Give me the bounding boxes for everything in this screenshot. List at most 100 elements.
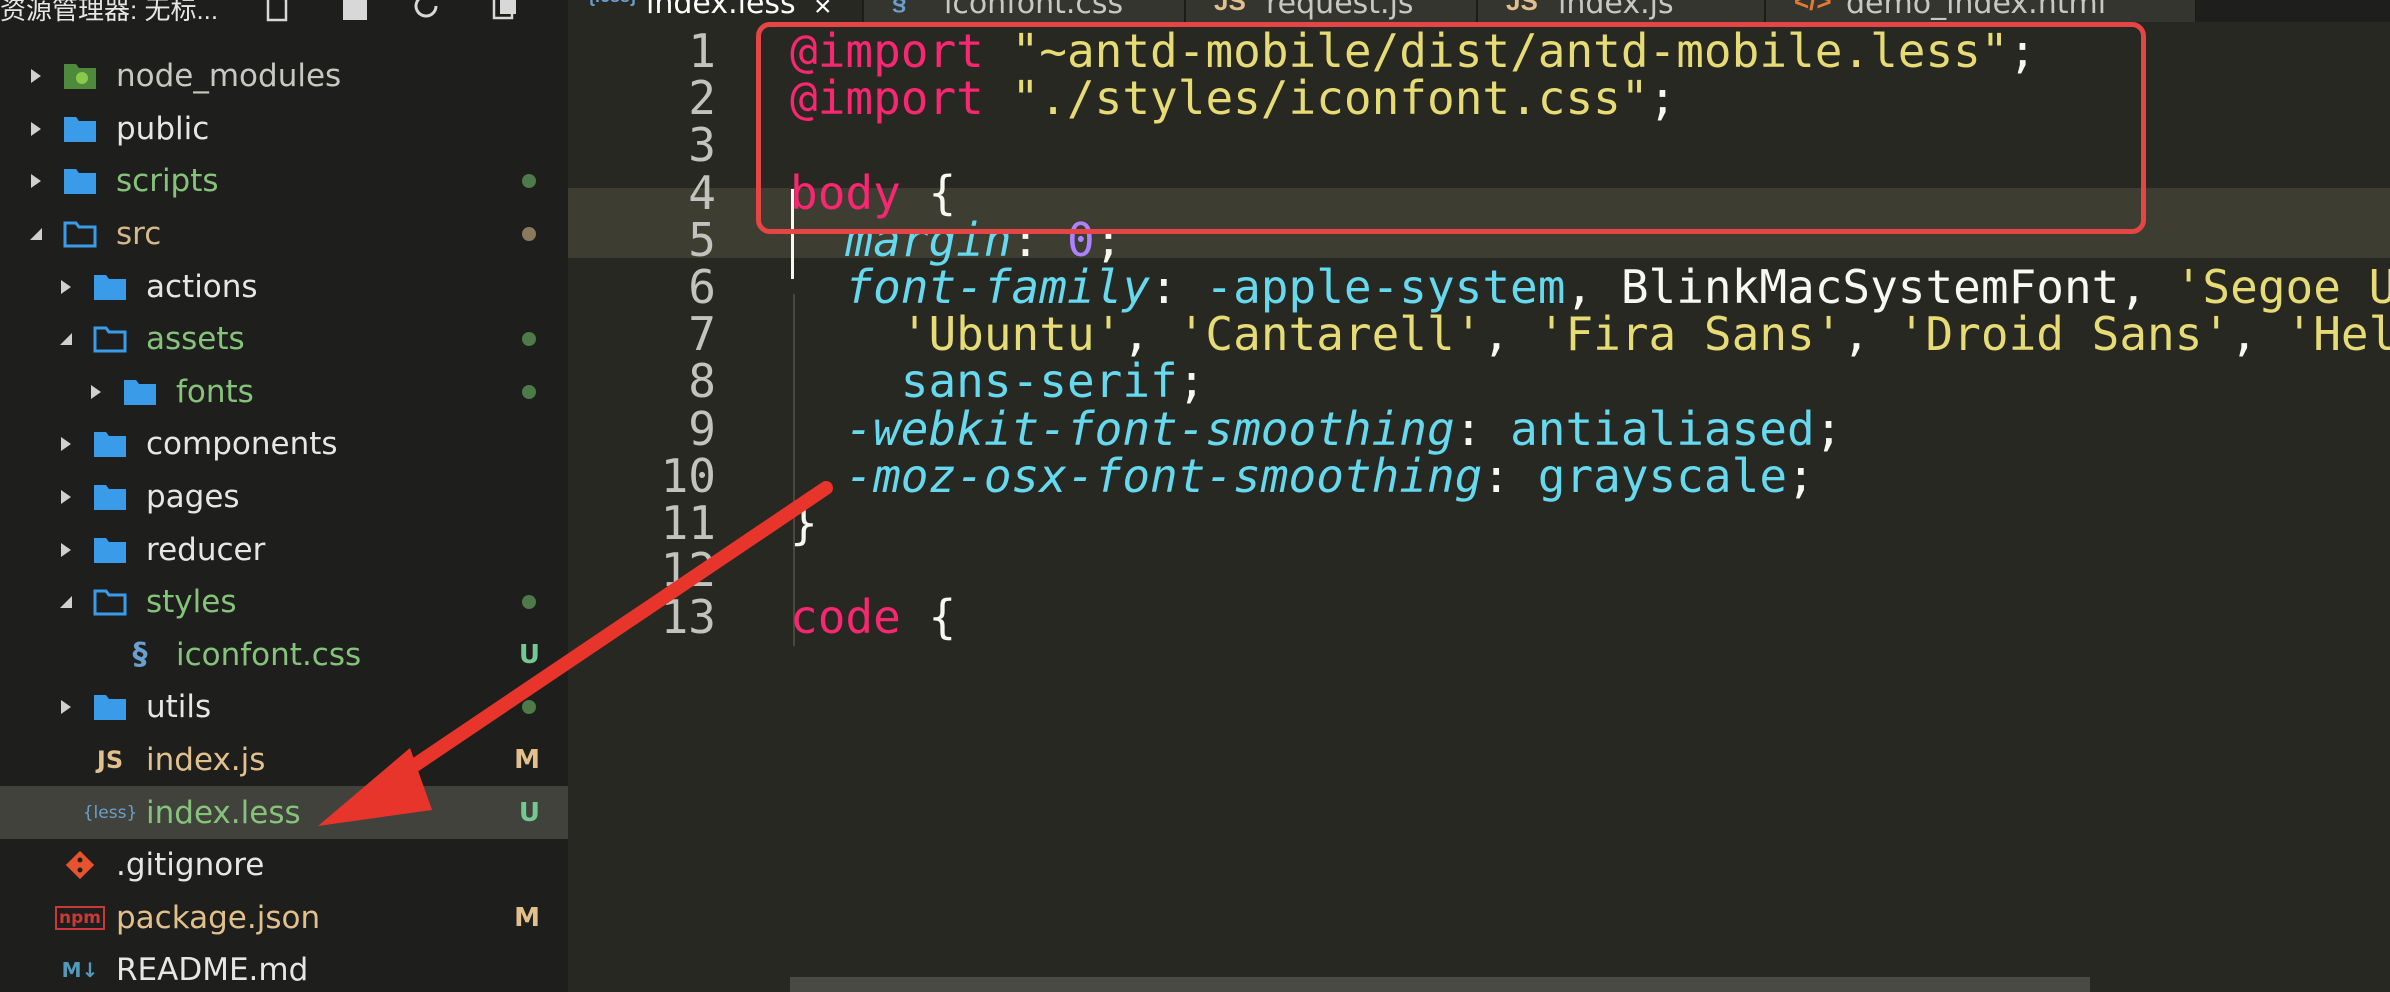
line-number: 10 bbox=[660, 448, 716, 503]
tree-item[interactable]: {less} index.less U bbox=[0, 786, 568, 839]
chevron-right-icon[interactable] bbox=[28, 173, 44, 189]
line-number: 12 bbox=[660, 543, 716, 598]
tree-item-label: styles bbox=[146, 584, 237, 621]
tab-file-icon: </> bbox=[1794, 0, 1832, 16]
new-file-icon[interactable] bbox=[262, 0, 292, 22]
editor-tab[interactable]: JS request.js bbox=[1186, 0, 1477, 22]
tree-item[interactable]: assets bbox=[0, 313, 568, 366]
line-number: 1 bbox=[688, 24, 716, 78]
tree-item[interactable]: scripts bbox=[0, 155, 568, 208]
tree-item-label: components bbox=[146, 426, 338, 463]
chevron-down-icon[interactable] bbox=[58, 594, 74, 610]
explorer-header: 资源管理器: 无标... bbox=[0, 0, 568, 30]
tree-item[interactable]: src bbox=[0, 208, 568, 261]
chevron-right-icon[interactable] bbox=[58, 699, 74, 715]
code-line: -moz-osx-font-smoothing: grayscale; bbox=[845, 448, 1815, 503]
chevron-right-icon[interactable] bbox=[58, 436, 74, 452]
git-status-dot bbox=[522, 332, 536, 347]
js-file-icon: JS bbox=[96, 746, 124, 775]
explorer-title: 资源管理器: 无标... bbox=[0, 0, 219, 25]
tree-item[interactable]: public bbox=[0, 103, 568, 156]
tree-item[interactable]: reducer bbox=[0, 523, 568, 576]
chevron-right-icon[interactable] bbox=[58, 489, 74, 505]
tree-item[interactable]: pages bbox=[0, 471, 568, 524]
editor-tab[interactable]: {less} index.less × bbox=[568, 0, 863, 22]
less-file-icon: {less} bbox=[82, 802, 138, 823]
line-number: 8 bbox=[688, 354, 716, 409]
line-number: 2 bbox=[688, 71, 716, 126]
tree-item-label: pages bbox=[146, 479, 240, 516]
code-line: margin: 0; bbox=[845, 212, 1123, 267]
chevron-right-icon[interactable] bbox=[88, 384, 104, 400]
tree-item[interactable]: utils bbox=[0, 681, 568, 734]
tree-item[interactable]: JS index.js M bbox=[0, 734, 568, 787]
git-status-dot bbox=[522, 227, 536, 242]
tree-item-label: .gitignore bbox=[116, 847, 265, 884]
tree-item-label: fonts bbox=[176, 373, 254, 410]
tab-file-icon: § bbox=[892, 0, 907, 16]
code-editor[interactable]: 1 2 3 4 5 6 7 8 9 10 11 12 13 @import "~antd-mobile/… bbox=[568, 22, 2390, 992]
chevron-right-icon[interactable] bbox=[28, 68, 44, 84]
tree-item[interactable]: M↓ README.md bbox=[0, 944, 568, 992]
refresh-icon[interactable] bbox=[412, 0, 442, 18]
tree-item[interactable]: styles bbox=[0, 576, 568, 629]
git-status-dot bbox=[522, 595, 536, 610]
editor-tab[interactable]: </> demo_index.html bbox=[1766, 0, 2196, 22]
tree-item-label: index.js bbox=[146, 742, 266, 779]
tree-item-label: README.md bbox=[116, 952, 309, 989]
css-file-icon: § bbox=[132, 637, 148, 673]
file-tree: node_modules public scripts src actions asset… bbox=[0, 50, 568, 992]
line-number: 13 bbox=[660, 590, 716, 645]
tree-item-label: assets bbox=[146, 321, 245, 358]
editor-tab[interactable]: JS index.js bbox=[1478, 0, 1765, 22]
tab-label: index.js bbox=[1558, 0, 1674, 21]
git-status-badge: U bbox=[518, 797, 540, 828]
line-number: 5 bbox=[688, 212, 716, 267]
git-status-dot bbox=[522, 700, 536, 715]
tab-label: request.js bbox=[1266, 0, 1414, 21]
horizontal-scrollbar[interactable] bbox=[790, 977, 2090, 992]
chevron-right-icon[interactable] bbox=[58, 542, 74, 558]
folder-icon bbox=[62, 166, 98, 196]
tree-item[interactable]: § iconfont.css U bbox=[0, 629, 568, 682]
chevron-down-icon[interactable] bbox=[58, 331, 74, 347]
tree-item[interactable]: fonts bbox=[0, 366, 568, 419]
folder-icon bbox=[92, 324, 128, 354]
folder-icon bbox=[92, 692, 128, 722]
tree-item[interactable]: .gitignore bbox=[0, 839, 568, 892]
folder-icon bbox=[92, 587, 128, 617]
git-status-badge: M bbox=[514, 745, 540, 776]
new-folder-icon[interactable] bbox=[340, 0, 370, 20]
code-line: @import "~antd-mobile/dist/antd-mobile.l… bbox=[790, 24, 2037, 78]
tree-item[interactable]: node_modules bbox=[0, 50, 568, 103]
text-cursor bbox=[791, 189, 794, 279]
tree-item-label: src bbox=[116, 216, 162, 253]
folder-icon bbox=[62, 219, 98, 249]
tree-item-label: index.less bbox=[146, 794, 301, 831]
line-number: 4 bbox=[688, 165, 716, 220]
editor-tab[interactable]: § iconfont.css bbox=[864, 0, 1185, 22]
git-status-badge: M bbox=[514, 902, 540, 933]
tree-item-label: scripts bbox=[116, 163, 219, 200]
chevron-down-icon[interactable] bbox=[28, 226, 44, 242]
line-number: 3 bbox=[688, 118, 716, 173]
npm-icon: npm bbox=[55, 903, 105, 933]
folder-icon bbox=[92, 535, 128, 565]
close-icon[interactable]: × bbox=[814, 0, 832, 22]
git-status-badge: U bbox=[518, 639, 540, 670]
chevron-right-icon[interactable] bbox=[28, 121, 44, 137]
tab-label: iconfont.css bbox=[944, 0, 1124, 21]
git-status-dot bbox=[522, 384, 536, 399]
tree-item[interactable]: components bbox=[0, 418, 568, 471]
chevron-right-icon[interactable] bbox=[58, 279, 74, 295]
code-line: body { bbox=[790, 165, 957, 220]
folder-icon bbox=[122, 377, 158, 407]
tree-item[interactable]: actions bbox=[0, 260, 568, 313]
folder-icon bbox=[62, 114, 98, 144]
code-line: font-family: -apple-system, BlinkMacSyst… bbox=[845, 260, 2390, 314]
code-line: 'Ubuntu', 'Cantarell', 'Fira Sans', 'Dro… bbox=[900, 307, 2390, 362]
line-number: 9 bbox=[688, 401, 716, 456]
collapse-all-icon[interactable] bbox=[490, 0, 520, 20]
tree-item[interactable]: npm package.json M bbox=[0, 892, 568, 945]
git-status-dot bbox=[522, 174, 536, 189]
